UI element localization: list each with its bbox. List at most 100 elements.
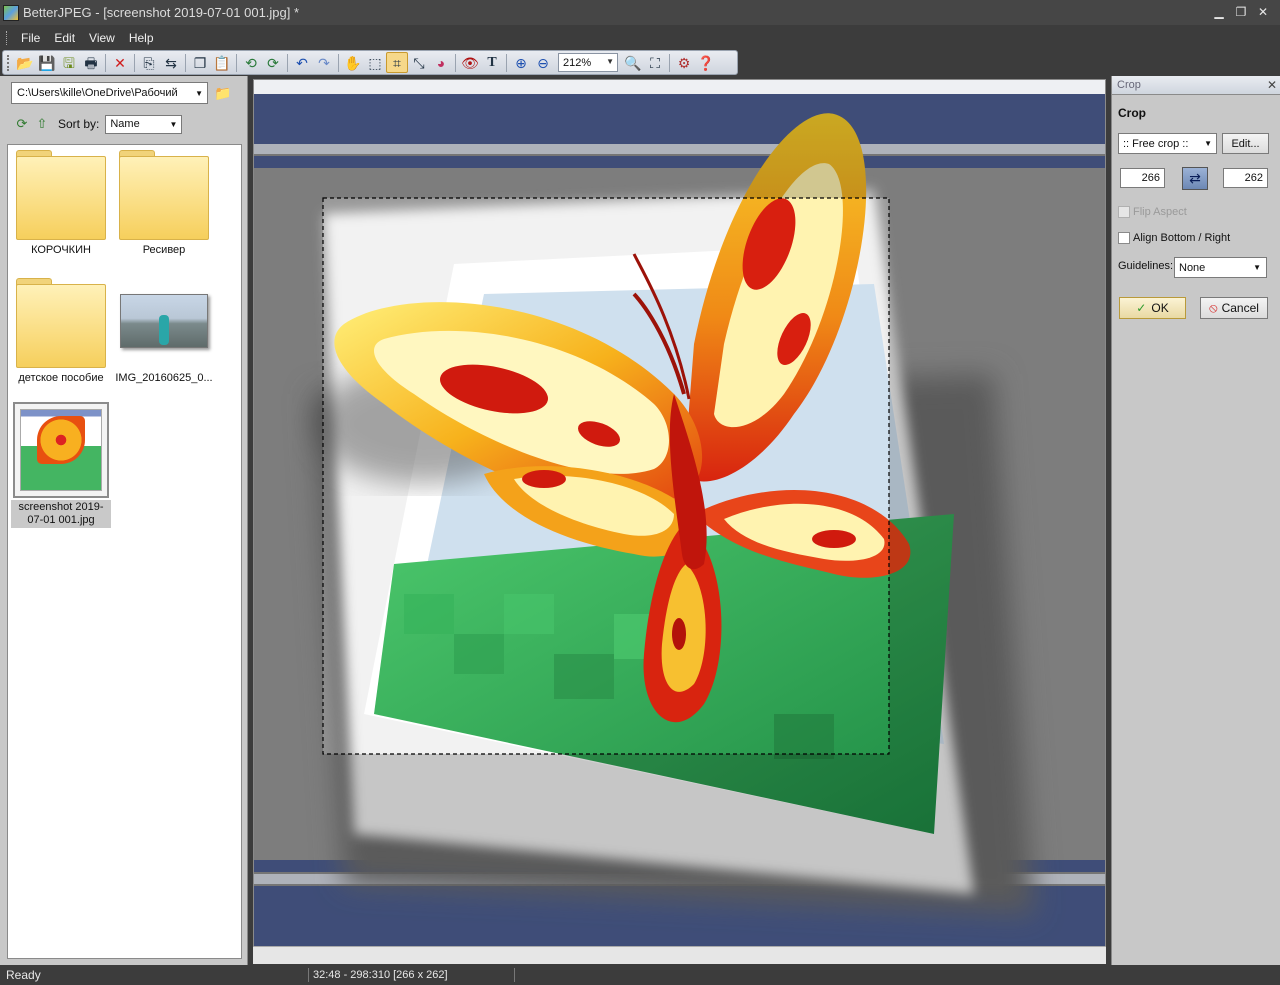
resize-icon[interactable]: ⤡	[408, 52, 430, 73]
cancel-label: Cancel	[1221, 301, 1259, 315]
check-icon: ✓	[1136, 301, 1147, 315]
crop-icon[interactable]: ⌗	[386, 52, 408, 73]
image-view[interactable]	[254, 94, 1105, 946]
edit-button[interactable]: Edit...	[1222, 133, 1269, 154]
settings-icon[interactable]: ⚙	[673, 52, 695, 73]
minimize-button[interactable]: ▁	[1208, 2, 1230, 22]
select-rect-icon[interactable]: ⬚	[364, 52, 386, 73]
panel-header-title: Crop	[1117, 79, 1141, 91]
toolbar-separator	[338, 53, 339, 72]
ok-button[interactable]: ✓ OK	[1119, 297, 1186, 319]
path-combobox[interactable]: C:\Users\kille\OneDrive\Рабочий ▼	[11, 82, 208, 104]
toolbar-separator	[669, 53, 670, 72]
zoom-fit-icon[interactable]: 🔍	[622, 52, 644, 73]
cancel-button[interactable]: ⦸ Cancel	[1200, 297, 1268, 319]
folder-icon	[16, 278, 106, 368]
toolbar-separator	[287, 53, 288, 72]
crop-title: Crop	[1118, 106, 1146, 120]
menu-view[interactable]: View	[82, 29, 122, 47]
zoom-actual-icon[interactable]: ⛶	[644, 52, 666, 73]
crop-width-input[interactable]: 266	[1120, 168, 1165, 188]
crop-mode-select[interactable]: :: Free crop :: ▼	[1118, 133, 1217, 154]
copy-icon[interactable]: ❐	[189, 52, 211, 73]
title-bar: BetterJPEG - [screenshot 2019-07-01 001.…	[0, 0, 1280, 25]
save-as-icon[interactable]: 🖫	[58, 52, 80, 73]
align-bottom-right-checkbox[interactable]: Align Bottom / Right	[1118, 232, 1230, 244]
item-label: Ресивер	[142, 244, 186, 256]
file-browser-panel: C:\Users\kille\OneDrive\Рабочий ▼ 📁 ⟳ ⇧ …	[0, 76, 248, 965]
guidelines-select[interactable]: None ▼	[1174, 257, 1267, 278]
up-folder-icon[interactable]: ⇧	[32, 114, 52, 134]
sort-label: Sort by:	[58, 117, 100, 131]
zoom-value: 212%	[563, 56, 592, 69]
redeye-icon[interactable]: 👁	[459, 52, 481, 73]
menu-bar: File Edit View Help	[0, 27, 1280, 49]
zoom-in-icon[interactable]: ⊕	[510, 52, 532, 73]
status-divider	[514, 968, 515, 982]
color-icon[interactable]: ◕	[430, 52, 452, 73]
list-item[interactable]: screenshot 2019-07-01 001.jpg	[11, 402, 111, 528]
crop-panel: Crop ✕ Crop :: Free crop :: ▼ Edit... 26…	[1111, 76, 1280, 965]
save-icon[interactable]: 💾	[36, 52, 58, 73]
toolbar-separator	[105, 53, 106, 72]
path-value: C:\Users\kille\OneDrive\Рабочий	[17, 87, 178, 99]
zoom-select[interactable]: 212% ▼	[558, 53, 618, 72]
item-label: КОРОЧКИН	[31, 244, 91, 256]
image-canvas[interactable]	[253, 79, 1106, 946]
horizontal-scrollbar[interactable]	[253, 946, 1106, 964]
menu-file[interactable]: File	[14, 29, 47, 47]
toolbar-separator	[506, 53, 507, 72]
toolbar-grip	[7, 54, 10, 71]
hand-icon[interactable]: ✋	[342, 52, 364, 73]
redo-icon[interactable]: ↷	[313, 52, 335, 73]
crop-height-input[interactable]: 262	[1223, 168, 1268, 188]
folder-icon	[119, 150, 209, 240]
list-item[interactable]: детское пособие	[11, 278, 111, 384]
delete-icon[interactable]: ✕	[109, 52, 131, 73]
open-icon[interactable]: 📂	[14, 52, 36, 73]
menu-edit[interactable]: Edit	[47, 29, 82, 47]
list-item[interactable]: IMG_20160625_0...	[114, 276, 214, 384]
toolbar-separator	[185, 53, 186, 72]
crop-mode-value: :: Free crop ::	[1123, 137, 1189, 150]
menu-help[interactable]: Help	[122, 29, 161, 47]
close-icon[interactable]: ✕	[1267, 78, 1277, 92]
chevron-down-icon: ▼	[606, 57, 614, 66]
list-item[interactable]: Ресивер	[114, 150, 214, 256]
status-divider	[308, 968, 309, 982]
window-controls: ▁ ❐ ✕	[1208, 2, 1274, 22]
list-item[interactable]: КОРОЧКИН	[11, 150, 111, 256]
photo-thumbnail	[120, 294, 208, 348]
browse-folder-icon[interactable]: 📁	[213, 83, 233, 103]
undo-icon[interactable]: ↶	[291, 52, 313, 73]
paste-icon[interactable]: 📋	[211, 52, 233, 73]
guidelines-value: None	[1179, 261, 1206, 274]
sort-row: ⟳ ⇧ Sort by: Name ▼	[12, 113, 183, 135]
chevron-down-icon: ▼	[1204, 139, 1212, 148]
rotate-right-icon[interactable]: ⟳	[262, 52, 284, 73]
ok-label: OK	[1151, 301, 1169, 315]
swap-dimensions-icon[interactable]: ⇄	[1182, 167, 1208, 190]
zoom-out-icon[interactable]: ⊖	[532, 52, 554, 73]
restore-button[interactable]: ❐	[1230, 2, 1252, 22]
thumbnail-list: КОРОЧКИН Ресивер детское пособие IMG_201…	[7, 144, 242, 959]
close-button[interactable]: ✕	[1252, 2, 1274, 22]
selection-readout: 32:48 - 298:310 [266 x 262]	[313, 969, 448, 981]
image-thumbnail	[13, 402, 109, 498]
text-icon[interactable]: T	[481, 52, 503, 73]
chevron-down-icon: ▼	[195, 89, 203, 98]
checkbox-box	[1118, 206, 1130, 218]
move-file-icon[interactable]: ⇆	[160, 52, 182, 73]
app-icon	[3, 4, 19, 21]
copy-file-icon[interactable]: ⎘	[138, 52, 160, 73]
refresh-icon[interactable]: ⟳	[12, 114, 32, 134]
flip-aspect-checkbox[interactable]: Flip Aspect	[1118, 206, 1187, 218]
help-icon[interactable]: ❓	[695, 52, 717, 73]
cancel-icon: ⦸	[1209, 300, 1218, 315]
sort-value: Name	[110, 118, 140, 130]
toolbar-separator	[236, 53, 237, 72]
print-icon[interactable]: 🖶	[80, 52, 102, 73]
rotate-left-icon[interactable]: ⟲	[240, 52, 262, 73]
image-content	[254, 94, 1105, 946]
sort-select[interactable]: Name ▼	[105, 114, 183, 134]
